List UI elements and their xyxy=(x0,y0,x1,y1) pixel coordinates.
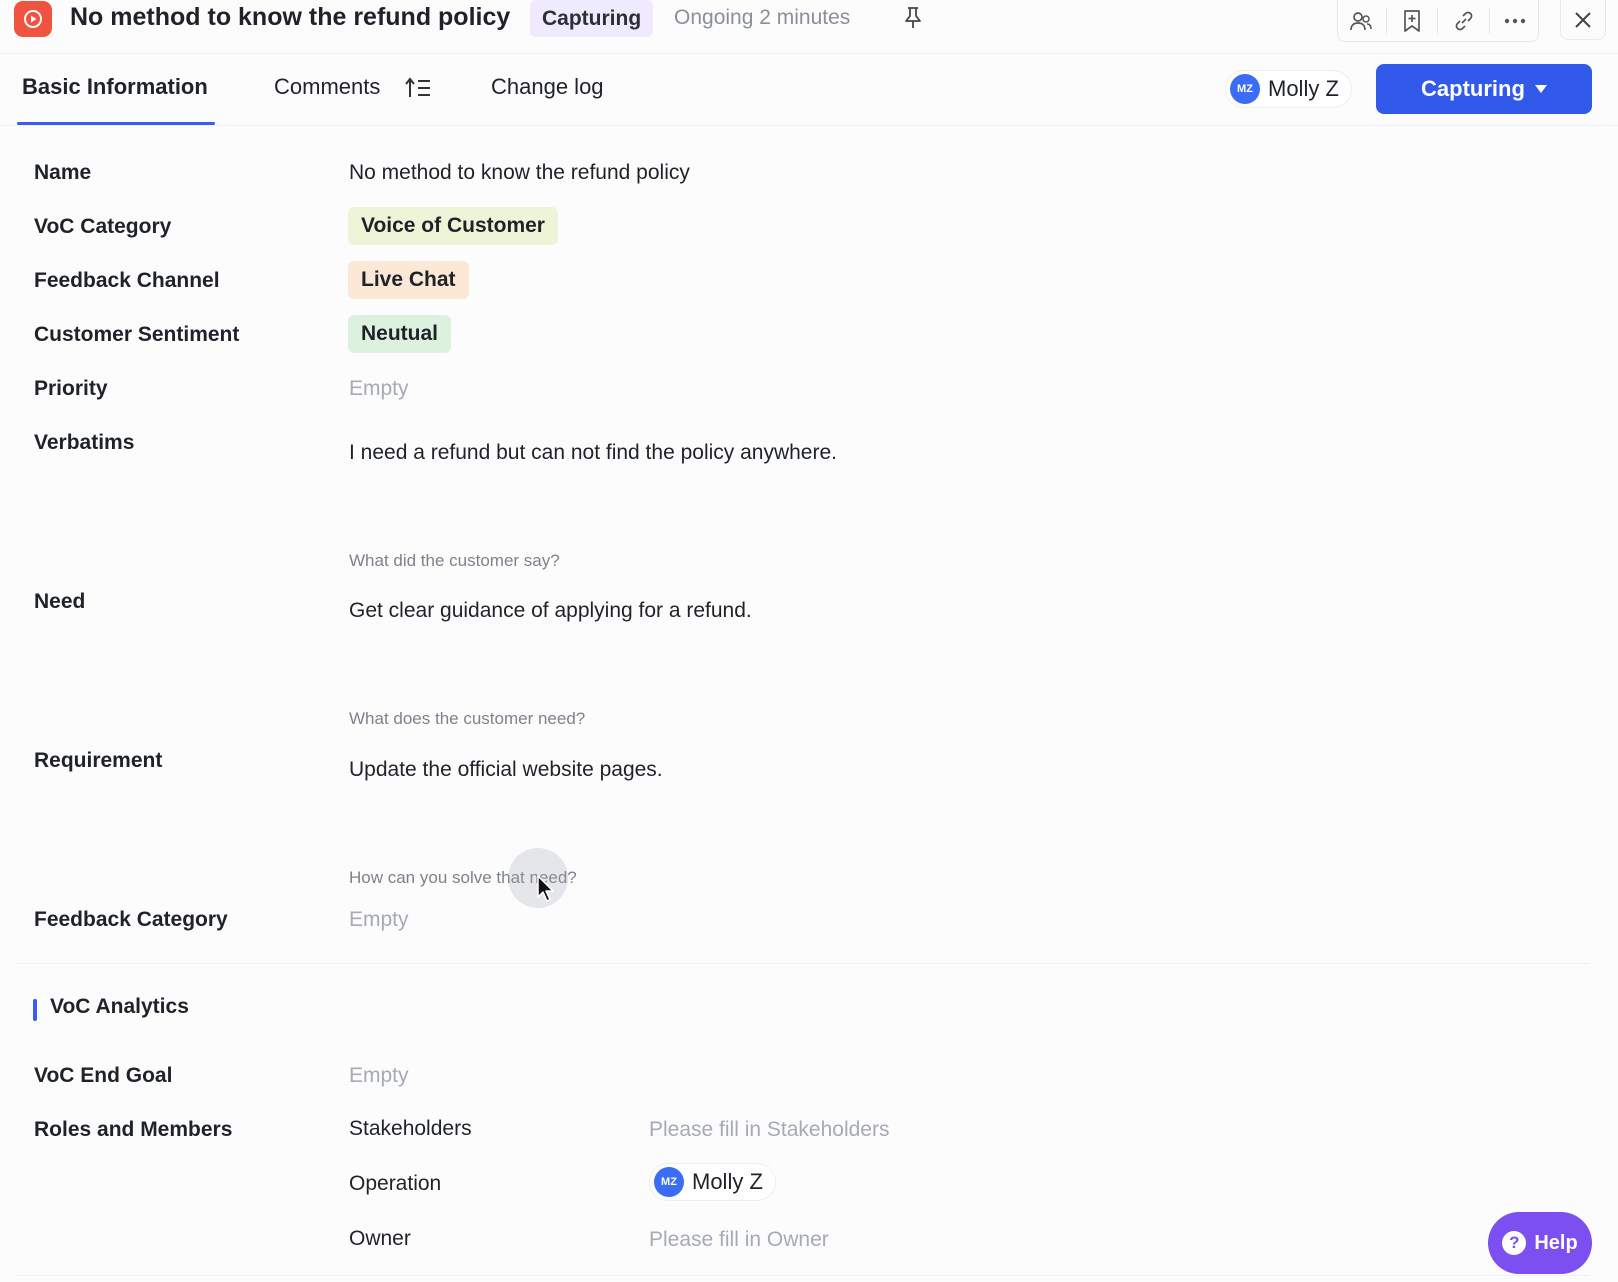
field-label-feedback-channel: Feedback Channel xyxy=(34,269,220,292)
section-title-voc-analytics: VoC Analytics xyxy=(50,995,189,1018)
need-hint: What does the customer need? xyxy=(349,709,586,728)
field-value-feedback-category[interactable]: Empty xyxy=(349,908,409,932)
toolbar-divider xyxy=(1385,7,1387,34)
bookmark-add-icon[interactable] xyxy=(1392,3,1432,39)
more-icon[interactable] xyxy=(1495,3,1535,39)
help-button[interactable]: ? Help xyxy=(1488,1212,1592,1274)
toolbar-divider xyxy=(1489,7,1491,34)
tab-change-log[interactable]: Change log xyxy=(491,74,604,100)
header-toolbar xyxy=(1337,0,1539,42)
operation-member-chip[interactable]: MZ Molly Z xyxy=(649,1163,776,1201)
section-accent-bar xyxy=(33,999,37,1021)
tab-bar: Basic Information Comments Change log MZ… xyxy=(0,54,1618,126)
role-label-stakeholders: Stakeholders xyxy=(349,1117,472,1140)
bottom-divider xyxy=(16,1275,1590,1276)
avatar: MZ xyxy=(654,1167,684,1197)
field-label-name: Name xyxy=(34,161,92,184)
owner-input[interactable]: Please fill in Owner xyxy=(649,1228,829,1252)
field-label-verbatims: Verbatims xyxy=(34,431,135,454)
sort-icon[interactable] xyxy=(405,76,431,100)
active-tab-indicator xyxy=(17,122,215,125)
link-icon[interactable] xyxy=(1444,3,1484,39)
assignee-chip[interactable]: MZ Molly Z xyxy=(1225,70,1352,108)
record-icon xyxy=(14,1,52,37)
field-value-name[interactable]: No method to know the refund policy xyxy=(349,161,690,185)
caret-down-icon xyxy=(1534,85,1547,93)
section-divider xyxy=(16,963,1590,964)
field-label-voc-category: VoC Category xyxy=(34,215,172,238)
tab-comments[interactable]: Comments xyxy=(274,74,380,100)
status-badge: Capturing xyxy=(530,0,654,37)
assignee-name: Molly Z xyxy=(1268,76,1339,101)
field-value-verbatims[interactable]: I need a refund but can not find the pol… xyxy=(349,441,837,465)
page-title: No method to know the refund policy xyxy=(70,3,511,31)
field-value-need[interactable]: Get clear guidance of applying for a ref… xyxy=(349,599,752,623)
top-bar: No method to know the refund policy Capt… xyxy=(0,0,1618,54)
field-value-voc-end-goal[interactable]: Empty xyxy=(349,1064,409,1088)
pin-icon[interactable] xyxy=(902,6,924,30)
field-label-need: Need xyxy=(34,590,86,613)
field-label-roles-and-members: Roles and Members xyxy=(34,1118,233,1141)
field-label-priority: Priority xyxy=(34,377,108,400)
status-dropdown-button[interactable]: Capturing xyxy=(1376,64,1592,114)
duration-text: Ongoing 2 minutes xyxy=(674,6,851,29)
field-label-customer-sentiment: Customer Sentiment xyxy=(34,323,240,346)
field-label-feedback-category: Feedback Category xyxy=(34,908,228,931)
toolbar-divider xyxy=(1437,7,1439,34)
status-button-label: Capturing xyxy=(1421,76,1525,101)
tab-basic-information[interactable]: Basic Information xyxy=(22,74,208,100)
role-label-owner: Owner xyxy=(349,1227,411,1250)
feedback-channel-tag[interactable]: Live Chat xyxy=(348,261,469,299)
stakeholders-input[interactable]: Please fill in Stakeholders xyxy=(649,1118,889,1142)
field-value-priority[interactable]: Empty xyxy=(349,377,409,401)
customer-sentiment-tag[interactable]: Neutual xyxy=(348,315,452,353)
help-icon: ? xyxy=(1502,1231,1527,1255)
help-label: Help xyxy=(1534,1231,1578,1254)
field-label-requirement: Requirement xyxy=(34,749,163,772)
field-value-requirement[interactable]: Update the official website pages. xyxy=(349,758,663,782)
mouse-cursor-icon xyxy=(537,875,557,903)
avatar: MZ xyxy=(1230,74,1260,104)
members-icon[interactable] xyxy=(1341,3,1381,39)
field-label-voc-end-goal: VoC End Goal xyxy=(34,1064,173,1087)
role-label-operation: Operation xyxy=(349,1172,442,1195)
operation-member-name: Molly Z xyxy=(692,1169,763,1194)
verbatims-hint: What did the customer say? xyxy=(349,551,560,570)
close-icon[interactable] xyxy=(1560,0,1606,40)
voc-category-tag[interactable]: Voice of Customer xyxy=(348,207,558,245)
